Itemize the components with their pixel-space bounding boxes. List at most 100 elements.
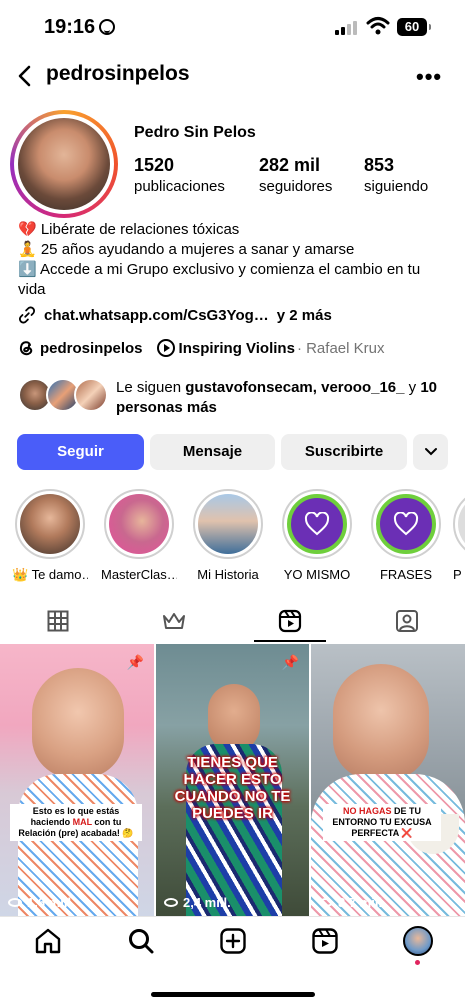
subscribe-button[interactable]: Suscribirte xyxy=(281,434,407,470)
mutual-follower-avatars xyxy=(18,378,110,414)
followed-by-prefix: Le siguen xyxy=(116,379,186,396)
create-post-icon[interactable] xyxy=(219,927,247,955)
music-title[interactable]: Inspiring Violins xyxy=(179,340,295,357)
highlight-cover xyxy=(198,494,258,554)
status-bar: 19:16 60 xyxy=(0,0,465,54)
bio-line: 💔 Libérate de relaciones tóxicas xyxy=(18,221,240,238)
bio-link-url[interactable]: chat.whatsapp.com/CsG3Yog… xyxy=(44,307,269,324)
reel-thumbnail[interactable]: TIENES QUE HACER ESTO CUANDO NO TE PUEDE… xyxy=(156,644,309,916)
caption-highlight: NO HAGAS xyxy=(342,806,392,816)
battery-indicator: 60 xyxy=(397,18,431,36)
profile-avatar-nav[interactable] xyxy=(403,926,433,956)
home-indicator xyxy=(151,992,315,997)
bio-link[interactable]: chat.whatsapp.com/CsG3Yog… y 2 más xyxy=(18,306,332,324)
stat-followers[interactable]: 282 mil seguidores xyxy=(259,155,332,195)
highlight-cover xyxy=(458,494,465,554)
eye-icon xyxy=(319,898,333,907)
focus-mode-icon xyxy=(99,19,115,35)
tab-tagged[interactable] xyxy=(349,600,465,642)
heart-icon xyxy=(393,512,419,536)
tab-reels[interactable] xyxy=(232,600,348,642)
bio-line: ⬇️ Accede a mi Grupo exclusivo y comienz… xyxy=(18,261,421,298)
bio-link-more[interactable]: y 2 más xyxy=(277,307,332,324)
music-play-icon[interactable] xyxy=(156,339,175,357)
message-button[interactable]: Mensaje xyxy=(150,434,275,470)
stat-posts-value: 1520 xyxy=(134,155,175,175)
notification-dot xyxy=(415,960,420,965)
music-artist: · Rafael Krux xyxy=(296,339,385,357)
tagged-person-icon xyxy=(396,610,418,632)
stat-following-label: siguiendo xyxy=(364,178,429,195)
more-options-icon[interactable]: ••• xyxy=(416,64,442,90)
grid-icon xyxy=(47,610,69,632)
display-name: Pedro Sin Pelos xyxy=(134,124,256,141)
profile-tabs xyxy=(0,600,465,642)
highlight-item[interactable]: FRASES xyxy=(368,489,444,582)
home-icon[interactable] xyxy=(34,927,62,955)
highlight-cover xyxy=(287,494,347,554)
reel-caption: Esto es lo que estás haciendo MAL con tu… xyxy=(10,804,142,841)
highlight-item[interactable]: 👑 Te damo… xyxy=(12,489,88,583)
reel-views: 1,6 mill. xyxy=(8,895,75,910)
highlight-cover xyxy=(376,494,436,554)
stat-following[interactable]: 853 siguiendo xyxy=(364,155,428,195)
avatar xyxy=(74,378,108,412)
stat-posts-label: publicaciones xyxy=(134,178,225,195)
highlight-item[interactable]: P xyxy=(453,489,465,582)
threads-icon[interactable] xyxy=(18,339,34,357)
pin-icon: 📌 xyxy=(281,654,299,670)
eye-icon xyxy=(164,898,178,907)
wifi-icon xyxy=(366,17,390,35)
reel-thumbnail[interactable]: Esto es lo que estás haciendo MAL con tu… xyxy=(0,644,154,916)
status-time: 19:16 xyxy=(44,16,96,38)
reel-caption: NO HAGAS DE TU ENTORNO TU EXCUSA PERFECT… xyxy=(323,804,441,841)
views-count: 3,7 mill. xyxy=(338,895,386,910)
highlight-cover xyxy=(109,494,169,554)
heart-icon xyxy=(304,512,330,536)
highlight-label: 👑 Te damo… xyxy=(12,567,88,582)
search-icon[interactable] xyxy=(127,927,155,955)
profile-username: pedrosinpelos xyxy=(46,62,190,85)
highlight-item[interactable]: YO MISMO xyxy=(279,489,355,582)
follow-button[interactable]: Seguir xyxy=(17,434,144,470)
stat-followers-label: seguidores xyxy=(259,178,333,195)
link-icon xyxy=(19,306,35,324)
reel-caption: TIENES QUE HACER ESTO CUANDO NO TE PUEDE… xyxy=(174,754,291,822)
person-head xyxy=(208,684,260,752)
profile-bio: 💔 Libérate de relaciones tóxicas 🧘 25 añ… xyxy=(18,220,448,300)
avatar-photo xyxy=(18,118,110,210)
stat-followers-value: 282 mil xyxy=(259,155,321,175)
reel-thumbnail[interactable]: NO HAGAS DE TU ENTORNO TU EXCUSA PERFECT… xyxy=(311,644,465,916)
followed-by-names: gustavofonsecam, verooo_16_ xyxy=(185,379,405,396)
highlight-item[interactable]: MasterClas… xyxy=(101,489,177,582)
bio-line: 🧘 25 años ayudando a mujeres a sanar y a… xyxy=(18,241,355,258)
cellular-signal-icon xyxy=(335,19,359,35)
eye-icon xyxy=(8,898,22,907)
highlight-cover xyxy=(20,494,80,554)
reels-nav-icon[interactable] xyxy=(311,927,339,955)
suggested-accounts-button[interactable] xyxy=(413,434,448,470)
highlight-label: YO MISMO xyxy=(283,567,351,582)
threads-and-music-row: pedrosinpelos Inspiring Violins · Rafael… xyxy=(18,339,384,357)
highlight-item[interactable]: Mi Historia xyxy=(190,489,266,582)
threads-handle[interactable]: pedrosinpelos xyxy=(40,340,143,357)
reel-views: 3,7 mill. xyxy=(319,895,386,910)
views-count: 1,6 mill. xyxy=(27,895,75,910)
highlight-label: MasterClas… xyxy=(101,567,177,582)
mutual-followers[interactable]: Le siguen gustavofonsecam, verooo_16_ y … xyxy=(18,376,448,420)
tab-posts[interactable] xyxy=(0,600,116,642)
highlight-label: P xyxy=(453,567,462,582)
highlight-label: Mi Historia xyxy=(197,567,259,582)
stat-posts[interactable]: 1520 publicaciones xyxy=(134,155,225,195)
caption-highlight: MAL xyxy=(72,817,92,827)
chevron-down-icon xyxy=(424,448,437,456)
views-count: 2,4 mill. xyxy=(183,895,231,910)
pin-icon: 📌 xyxy=(126,654,144,670)
back-arrow-icon[interactable] xyxy=(14,64,38,88)
person-head xyxy=(333,664,429,780)
tab-exclusive[interactable] xyxy=(116,600,232,642)
crown-icon xyxy=(163,613,185,629)
reels-icon xyxy=(278,609,302,633)
profile-avatar[interactable] xyxy=(10,110,118,218)
person-head xyxy=(32,668,124,778)
